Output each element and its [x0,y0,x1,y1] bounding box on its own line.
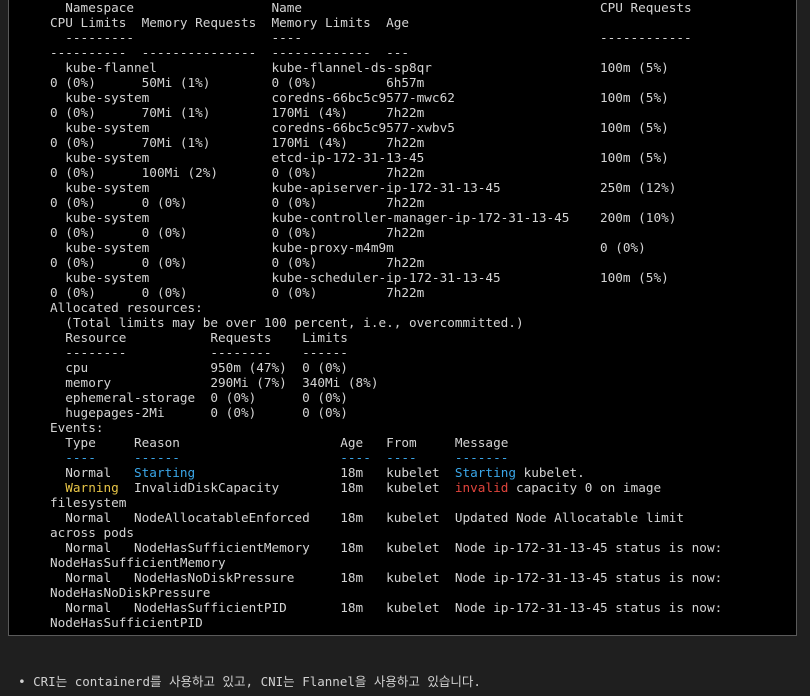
event-row: Normal Starting 18m kubelet Starting kub… [50,465,585,480]
event-from: kubelet [386,540,455,555]
dash-cell: ---- [340,450,387,465]
event-type: Normal [65,600,135,615]
terminal-line: 0 (0%) 50Mi (1%) 0 (0%) 6h57m [50,75,425,90]
terminal-line: hugepages-2Mi 0 (0%) 0 (0%) [50,405,348,420]
terminal-line: kube-flannel kube-flannel-ds-sp8qr 100m … [50,60,669,75]
event-message-highlight: invalid [454,480,509,495]
terminal-line: kube-system kube-apiserver-ip-172-31-13-… [50,180,677,195]
event-message-highlight: Starting [454,465,516,480]
event-message-wrap: filesystem [50,495,127,510]
terminal-line: -------- -------- ------ [50,345,348,360]
event-age: 18m [340,600,387,615]
event-message: Node ip-172-31-13-45 status is now: [454,600,723,615]
terminal-line: kube-system etcd-ip-172-31-13-45 100m (5… [50,150,669,165]
event-reason: NodeHasNoDiskPressure [134,570,341,585]
caption-text: CRI는 containerd를 사용하고 있고, CNI는 Flannel을 … [33,674,481,689]
terminal-line: kube-system kube-scheduler-ip-172-31-13-… [50,270,669,285]
terminal-line: Namespace Name CPU Requests [50,0,692,15]
event-type: Normal [65,540,135,555]
header-cell: Reason [134,435,341,450]
event-row: Normal NodeHasNoDiskPressure 18m kubelet… [50,570,722,585]
header-cell: Type [65,435,135,450]
event-age: 18m [340,510,387,525]
event-row: Warning InvalidDiskCapacity 18m kubelet … [50,480,661,495]
event-age: 18m [340,480,387,495]
events-header-row: Type Reason Age From Message [50,435,508,450]
event-type: Normal [65,465,135,480]
terminal-line: ---------- --------------- -------------… [50,45,410,60]
terminal-line: 0 (0%) 0 (0%) 0 (0%) 7h22m [50,285,425,300]
event-from: kubelet [386,570,455,585]
terminal-line: --------- ---- ------------ [50,30,692,45]
event-from: kubelet [386,480,455,495]
event-row: Normal NodeAllocatableEnforced 18m kubel… [50,510,684,525]
event-age: 18m [340,570,387,585]
header-cell: Age [340,435,387,450]
header-cell: From [386,435,455,450]
terminal-line: 0 (0%) 0 (0%) 0 (0%) 7h22m [50,225,425,240]
events-header-dashes: ---- ------ ---- ---- ------- [50,450,508,465]
event-message-wrap: across pods [50,525,135,540]
event-message-wrap: NodeHasNoDiskPressure [50,585,211,600]
header-cell: Message [454,435,509,450]
terminal-line: 0 (0%) 70Mi (1%) 170Mi (4%) 7h22m [50,135,425,150]
terminal-line: kube-system kube-proxy-m4m9m 0 (0%) [50,240,646,255]
terminal-line: 0 (0%) 70Mi (1%) 170Mi (4%) 7h22m [50,105,425,120]
event-message: Node ip-172-31-13-45 status is now: [454,570,723,585]
terminal-line: ephemeral-storage 0 (0%) 0 (0%) [50,390,348,405]
event-from: kubelet [386,465,455,480]
terminal-line: CPU Limits Memory Requests Memory Limits… [50,15,410,30]
dash-cell: ------ [134,450,341,465]
event-message: Updated Node Allocatable limit [454,510,685,525]
event-reason: InvalidDiskCapacity [134,480,341,495]
event-reason: NodeHasSufficientMemory [134,540,341,555]
event-message-wrap: NodeHasSufficientPID [50,615,203,630]
terminal-line: 0 (0%) 0 (0%) 0 (0%) 7h22m [50,255,425,270]
event-row: Normal NodeHasSufficientMemory 18m kubel… [50,540,722,555]
event-message-wrap: NodeHasSufficientMemory [50,555,226,570]
event-row: Normal NodeHasSufficientPID 18m kubelet … [50,600,722,615]
dash-cell: ------- [454,450,509,465]
event-reason: Starting [134,465,341,480]
bullet-icon: • [18,674,26,689]
caption-bar: • CRI는 containerd를 사용하고 있고, CNI는 Flannel… [0,638,810,689]
event-type: Normal [65,570,135,585]
event-message: kubelet. [515,465,585,480]
terminal-line: Allocated resources: [50,300,203,315]
terminal-line: 0 (0%) 100Mi (2%) 0 (0%) 7h22m [50,165,425,180]
event-age: 18m [340,540,387,555]
event-from: kubelet [386,510,455,525]
event-type: Warning [65,480,135,495]
terminal-line: Events: [50,420,104,435]
terminal-window[interactable]: Namespace Name CPU Requests CPU Limits Me… [8,0,797,636]
terminal-line: memory 290Mi (7%) 340Mi (8%) [50,375,379,390]
terminal-line: cpu 950m (47%) 0 (0%) [50,360,348,375]
event-message: Node ip-172-31-13-45 status is now: [454,540,723,555]
event-reason: NodeHasSufficientPID [134,600,341,615]
event-reason: NodeAllocatableEnforced [134,510,341,525]
terminal-line: kube-system kube-controller-manager-ip-1… [50,210,677,225]
event-type: Normal [65,510,135,525]
terminal-line: kube-system coredns-66bc5c9577-mwc62 100… [50,90,669,105]
terminal-line: 0 (0%) 0 (0%) 0 (0%) 7h22m [50,195,425,210]
event-message: capacity 0 on image [508,480,662,495]
event-age: 18m [340,465,387,480]
terminal-line: (Total limits may be over 100 percent, i… [50,315,524,330]
dash-cell: ---- [65,450,135,465]
terminal-line: kube-system coredns-66bc5c9577-xwbv5 100… [50,120,669,135]
dash-cell: ---- [386,450,455,465]
terminal-line: Resource Requests Limits [50,330,348,345]
event-from: kubelet [386,600,455,615]
